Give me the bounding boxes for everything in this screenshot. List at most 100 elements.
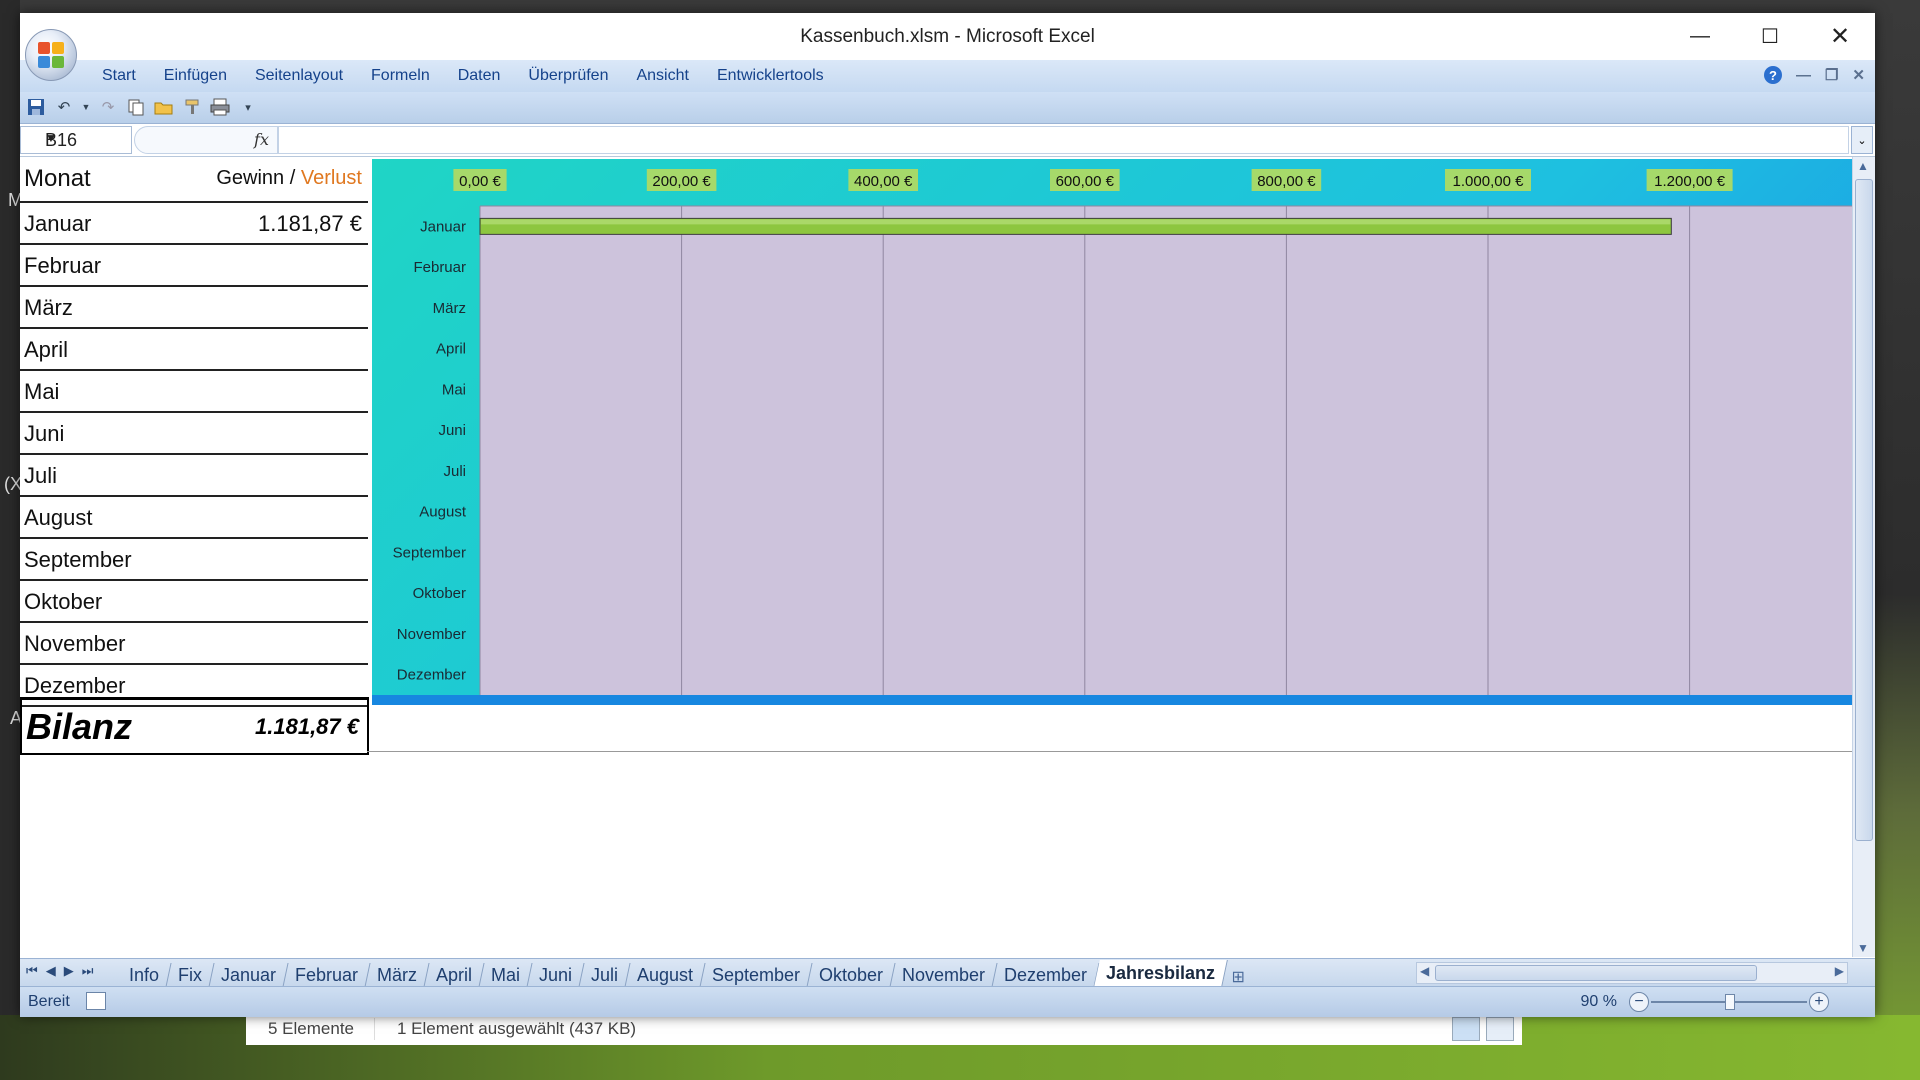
table-row[interactable]: Juni — [20, 413, 368, 455]
scroll-thumb[interactable] — [1435, 965, 1757, 981]
table-row[interactable]: Oktober — [20, 581, 368, 623]
undo-icon[interactable]: ↶ — [54, 97, 74, 117]
last-sheet-icon[interactable]: ⏭ — [82, 963, 94, 979]
workbook-close-icon[interactable]: ✕ — [1852, 66, 1865, 84]
next-sheet-icon[interactable]: ▶ — [64, 963, 74, 979]
month-cell: Januar — [24, 211, 92, 236]
worksheet[interactable]: Monat Gewinn / Verlust Januar 1.181,87 € F… — [20, 157, 1853, 957]
table-row[interactable]: März — [20, 287, 368, 329]
zoom-in-icon[interactable]: + — [1809, 992, 1829, 1012]
zoom-out-icon[interactable]: − — [1629, 992, 1649, 1012]
sheet-tab-label: Fix — [178, 965, 203, 985]
ribbon-tab-1[interactable]: Einfügen — [164, 67, 227, 85]
formula-input[interactable] — [278, 126, 1849, 154]
ribbon-tab-7[interactable]: Entwicklertools — [717, 67, 824, 85]
large-icons-view-icon[interactable] — [1486, 1017, 1514, 1041]
zoom-slider[interactable]: − + — [1629, 992, 1829, 1012]
table-row[interactable]: Februar — [20, 245, 368, 287]
horizontal-scrollbar[interactable]: ◀ ▶ — [1416, 962, 1848, 984]
workbook-restore-icon[interactable]: ❐ — [1825, 66, 1838, 84]
bilanz-value: 1.181,87 € — [255, 714, 359, 739]
workbook-minimize-icon[interactable]: — — [1796, 67, 1811, 84]
sheet-tab[interactable]: Februar — [283, 963, 371, 987]
maximize-button[interactable]: ☐ — [1735, 13, 1805, 60]
print-icon[interactable] — [210, 97, 230, 117]
help-icon[interactable]: ? — [1763, 66, 1782, 84]
sheet-tab[interactable]: Jahresbilanz — [1094, 960, 1229, 987]
y-category-label: Juni — [438, 422, 466, 439]
explorer-selection-info: 1 Element ausgewählt (437 KB) — [397, 1019, 637, 1038]
save-icon[interactable] — [26, 97, 46, 117]
x-tick-label: 600,00 € — [1056, 173, 1115, 190]
insert-function-icon[interactable]: fx — [254, 130, 269, 149]
sheet-tab[interactable]: April — [424, 963, 485, 987]
first-sheet-icon[interactable]: ⏮ — [26, 963, 38, 979]
office-button[interactable] — [25, 29, 77, 81]
prev-sheet-icon[interactable]: ◀ — [46, 963, 56, 979]
scroll-left-icon[interactable]: ◀ — [1420, 964, 1429, 978]
zoom-level[interactable]: 90 % — [1581, 993, 1617, 1011]
name-box[interactable]: B16 ▼ — [20, 126, 132, 154]
sheet-tab-label: August — [637, 965, 694, 985]
sheet-tab[interactable]: Dezember — [992, 963, 1100, 987]
month-cell: April — [24, 337, 69, 362]
sheet-tab[interactable]: Juni — [527, 963, 585, 987]
details-view-icon[interactable] — [1452, 1017, 1480, 1041]
sheet-tab[interactable]: Januar — [209, 963, 289, 987]
scroll-up-icon[interactable]: ▲ — [1857, 159, 1869, 173]
sheet-tab[interactable]: März — [365, 963, 430, 987]
sheet-tab[interactable]: Fix — [166, 963, 215, 987]
expand-formula-bar-icon[interactable]: ⌄ — [1851, 126, 1873, 154]
bilanz-row[interactable]: Bilanz 1.181,87 € — [20, 697, 369, 755]
sheet-tab[interactable]: Oktober — [807, 963, 896, 987]
scroll-right-icon[interactable]: ▶ — [1835, 964, 1844, 978]
value-cell: 1.181,87 € — [258, 211, 362, 236]
scroll-thumb[interactable] — [1855, 179, 1873, 841]
x-tick-label: 0,00 € — [459, 173, 501, 190]
sheet-tab[interactable]: August — [625, 963, 706, 987]
scroll-down-icon[interactable]: ▼ — [1857, 941, 1869, 955]
status-bar: Bereit 90 % − + — [20, 986, 1875, 1017]
ribbon-tab-3[interactable]: Formeln — [371, 67, 430, 85]
bar-chart[interactable]: 0,00 € 200,00 € 400,00 € 600,00 € 800,00 € 1.… — [372, 159, 1852, 705]
table-row[interactable]: September — [20, 539, 368, 581]
table-row[interactable]: April — [20, 329, 368, 371]
cell-border — [367, 751, 1853, 752]
chart-bottom-band — [372, 695, 1852, 705]
format-painter-icon[interactable] — [182, 97, 202, 117]
macro-record-icon[interactable] — [86, 992, 106, 1010]
sheet-tab[interactable]: Info — [117, 963, 172, 987]
y-category-label: März — [433, 300, 466, 317]
customize-toolbar-icon[interactable]: ▾ — [238, 97, 258, 117]
y-category-label: Januar — [420, 218, 466, 235]
ribbon-tab-4[interactable]: Daten — [458, 67, 501, 85]
sheet-tab[interactable]: November — [890, 963, 998, 987]
sheet-tab[interactable]: Juli — [579, 963, 631, 987]
zoom-knob[interactable] — [1725, 994, 1735, 1010]
chevron-down-icon[interactable]: ▼ — [45, 131, 127, 145]
ribbon-tab-2[interactable]: Seitenlayout — [255, 67, 343, 85]
table-row[interactable]: August — [20, 497, 368, 539]
vertical-scrollbar[interactable]: ▲ ▼ — [1852, 157, 1875, 957]
insert-sheet-icon[interactable]: ⊞ — [1231, 967, 1244, 987]
ribbon-tab-5[interactable]: Überprüfen — [528, 67, 608, 85]
table-row[interactable]: Mai — [20, 371, 368, 413]
open-folder-icon[interactable] — [154, 97, 174, 117]
sheet-tabs-bar: ⏮ ◀ ▶ ⏭ Info Fix Januar Februar März April Mai… — [20, 958, 1875, 987]
minimize-button[interactable]: — — [1665, 13, 1735, 60]
sheet-tab[interactable]: September — [700, 963, 813, 987]
office-logo-icon — [38, 42, 64, 68]
header-gain-loss: Gewinn / Verlust — [216, 167, 362, 190]
table-row[interactable]: November — [20, 623, 368, 665]
y-category-label: Oktober — [413, 585, 466, 602]
table-row[interactable]: Januar 1.181,87 € — [20, 203, 368, 245]
sheet-tab[interactable]: Mai — [479, 963, 533, 987]
divider — [374, 1018, 375, 1040]
ribbon-tab-0[interactable]: Start — [102, 67, 136, 85]
undo-dropdown-icon[interactable]: ▼ — [82, 97, 91, 117]
copy-icon[interactable] — [126, 97, 146, 117]
redo-icon[interactable]: ↷ — [98, 97, 118, 117]
close-button[interactable]: ✕ — [1805, 13, 1875, 60]
ribbon-tab-6[interactable]: Ansicht — [636, 67, 688, 85]
table-row[interactable]: Juli — [20, 455, 368, 497]
